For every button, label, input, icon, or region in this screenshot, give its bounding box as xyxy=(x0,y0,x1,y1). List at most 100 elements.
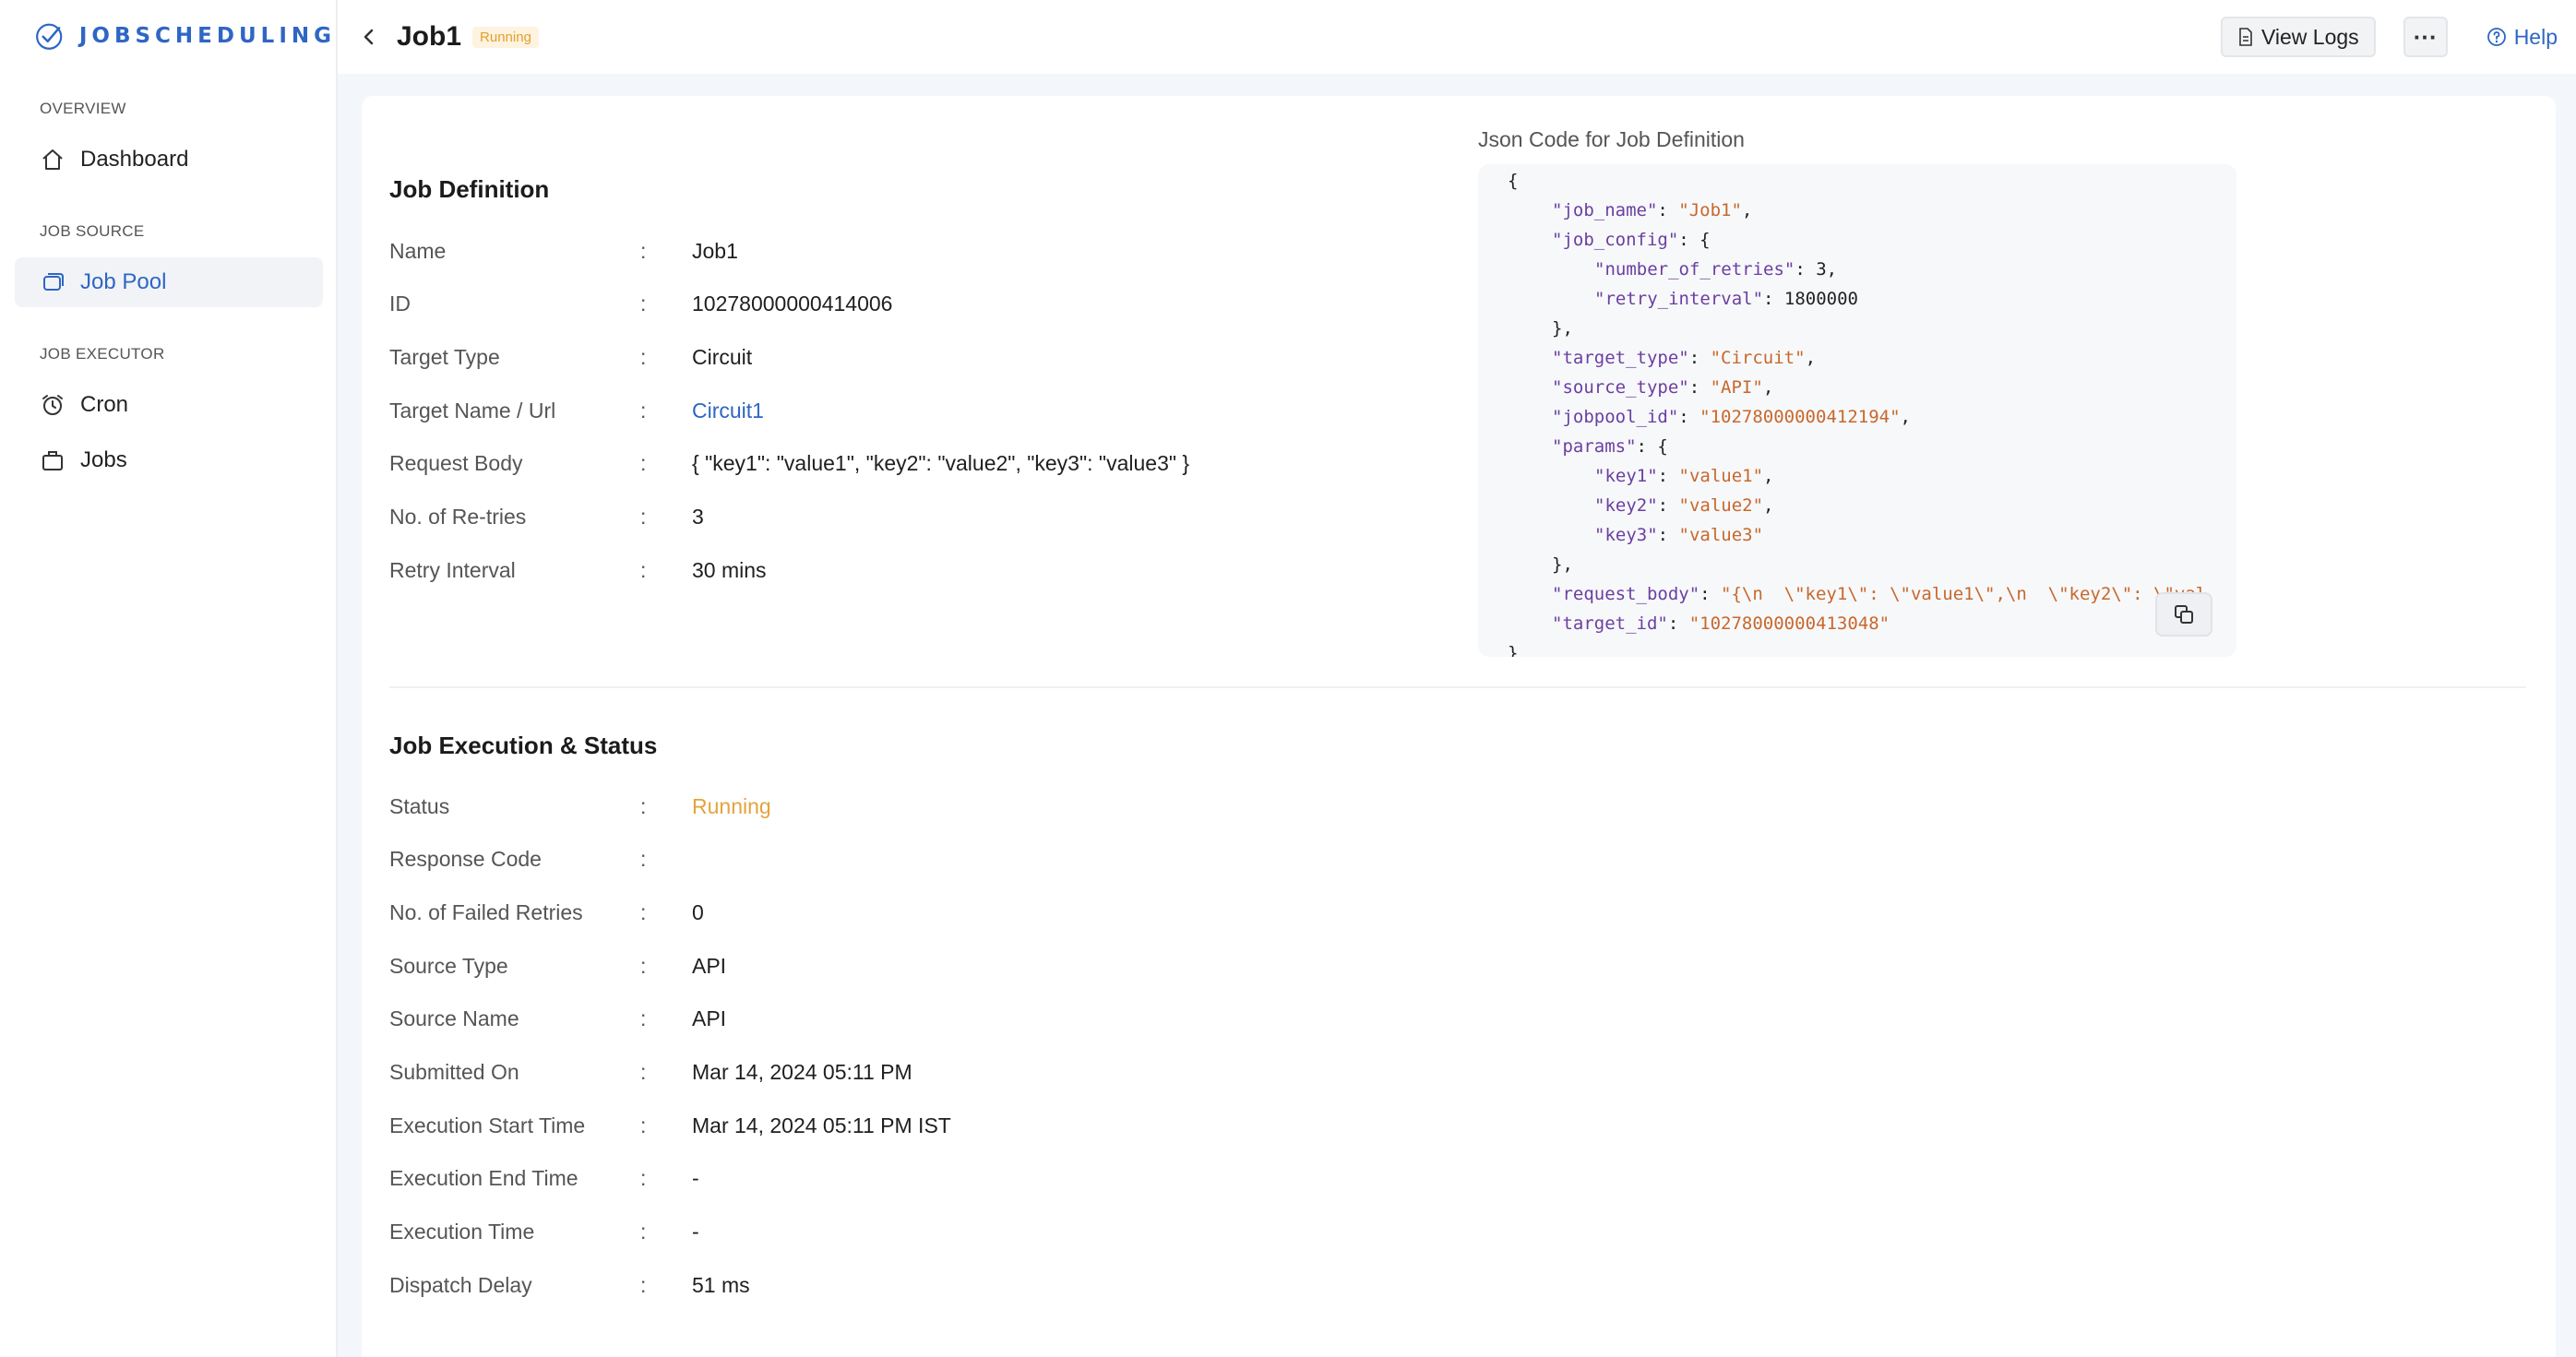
section-divider xyxy=(389,686,2526,688)
detail-row: Execution End Time: - xyxy=(389,1164,699,1194)
more-icon: ··· xyxy=(2413,22,2438,51)
json-punct: } xyxy=(1508,643,1519,657)
json-key: "target_type" xyxy=(1552,348,1689,368)
detail-label: Submitted On xyxy=(389,1060,519,1084)
json-value: "10278000000413048" xyxy=(1688,613,1890,634)
detail-row: No. of Failed Retries: 0 xyxy=(389,898,704,927)
detail-row: Target Type: Circuit xyxy=(389,342,752,372)
json-punct: : xyxy=(1699,584,1722,604)
json-punct: : xyxy=(1688,377,1711,398)
json-line: "source_type": "API", xyxy=(1552,373,1773,402)
page-title: Job1 xyxy=(397,21,462,52)
json-key: "key2" xyxy=(1594,495,1658,516)
detail-row: Response Code: xyxy=(389,845,692,875)
json-key: "job_name" xyxy=(1552,200,1658,220)
view-logs-button[interactable]: View Logs xyxy=(2220,17,2376,57)
json-value: "value3" xyxy=(1678,525,1764,545)
detail-row: Source Name: API xyxy=(389,1005,726,1034)
json-punct: : 3, xyxy=(1795,259,1838,280)
detail-value: { "key1": "value1", "key2": "value2", "k… xyxy=(692,451,1190,476)
detail-label: Source Type xyxy=(389,953,508,978)
job-definition-title: Job Definition xyxy=(389,175,550,203)
json-line: { xyxy=(1508,166,1518,196)
more-options-button[interactable]: ··· xyxy=(2403,17,2448,57)
detail-value: 51 ms xyxy=(692,1272,750,1297)
detail-separator: : xyxy=(640,847,647,872)
detail-value: Mar 14, 2024 05:11 PM IST xyxy=(692,1113,951,1137)
detail-row: ID: 10278000000414006 xyxy=(389,290,892,319)
detail-label: Source Name xyxy=(389,1006,519,1031)
help-link[interactable]: Help xyxy=(2487,25,2558,50)
json-line: "key3": "value3" xyxy=(1594,520,1763,550)
json-key: "number_of_retries" xyxy=(1594,259,1795,280)
json-punct: : xyxy=(1667,613,1689,634)
detail-value: 30 mins xyxy=(692,557,767,582)
section-label-job-executor: JOB EXECUTOR xyxy=(40,345,165,363)
json-punct: : xyxy=(1657,525,1679,545)
copy-button[interactable] xyxy=(2155,592,2212,637)
json-line: "params": { xyxy=(1552,432,1668,461)
sidebar-item-job-pool[interactable]: Job Pool xyxy=(15,257,323,307)
json-punct: : xyxy=(1657,200,1679,220)
detail-separator: : xyxy=(640,899,647,924)
help-icon xyxy=(2487,28,2506,46)
job-execution-title: Job Execution & Status xyxy=(389,732,658,759)
json-punct: : xyxy=(1657,495,1679,516)
sidebar-item-label: Dashboard xyxy=(80,147,189,172)
sidebar: JOBSCHEDULING OVERVIEW Dashboard JOB SOU… xyxy=(0,0,338,1357)
detail-label: Request Body xyxy=(389,451,523,476)
detail-label: No. of Failed Retries xyxy=(389,899,583,924)
detail-separator: : xyxy=(640,557,647,582)
detail-separator: : xyxy=(640,505,647,529)
detail-row: Execution Start Time: Mar 14, 2024 05:11 … xyxy=(389,1111,951,1140)
detail-separator: : xyxy=(640,1272,647,1297)
sidebar-item-label: Jobs xyxy=(80,447,127,472)
detail-value: Mar 14, 2024 05:11 PM xyxy=(692,1060,912,1084)
chevron-left-icon[interactable] xyxy=(356,24,382,50)
json-key: "params" xyxy=(1552,436,1637,457)
detail-value: Running xyxy=(692,793,771,818)
sidebar-item-jobs[interactable]: Jobs xyxy=(15,435,323,485)
sidebar-item-label: Cron xyxy=(80,392,129,417)
json-punct: , xyxy=(1763,495,1774,516)
detail-separator: : xyxy=(640,292,647,316)
detail-separator: : xyxy=(640,344,647,369)
detail-separator: : xyxy=(640,1006,647,1031)
header-actions: View Logs ··· Help xyxy=(2220,0,2558,74)
brand[interactable]: JOBSCHEDULING xyxy=(0,0,336,72)
detail-separator: : xyxy=(640,1060,647,1084)
detail-label: Dispatch Delay xyxy=(389,1272,532,1297)
detail-row: No. of Re-tries: 3 xyxy=(389,503,704,532)
logo-icon xyxy=(36,23,63,50)
detail-separator: : xyxy=(640,1220,647,1244)
detail-label: Name xyxy=(389,238,447,263)
json-line: } xyxy=(1508,638,1518,657)
detail-label: Target Name / Url xyxy=(389,398,556,423)
json-code-block[interactable]: {"job_name": "Job1", "job_config": {"numb… xyxy=(1478,164,2236,657)
json-punct: : { xyxy=(1678,230,1711,250)
detail-value: API xyxy=(692,953,727,978)
sidebar-item-dashboard[interactable]: Dashboard xyxy=(15,135,323,185)
detail-label: Execution End Time xyxy=(389,1166,578,1191)
detail-value: Circuit xyxy=(692,344,753,369)
detail-label: Execution Time xyxy=(389,1220,535,1244)
help-label: Help xyxy=(2513,24,2558,49)
detail-row: Target Name / Url: Circuit1 xyxy=(389,396,764,425)
target-link[interactable]: Circuit1 xyxy=(692,399,764,423)
json-key: "key1" xyxy=(1594,466,1658,486)
json-value: "Job1" xyxy=(1678,200,1742,220)
copy-icon xyxy=(2175,605,2193,624)
detail-row: Submitted On: Mar 14, 2024 05:11 PM xyxy=(389,1058,912,1088)
detail-label: Execution Start Time xyxy=(389,1113,586,1137)
detail-row: Source Type: API xyxy=(389,951,726,981)
detail-label: Retry Interval xyxy=(389,557,516,582)
json-line: "request_body": "{\n \"key1\": \"value1\… xyxy=(1552,579,2206,609)
json-line: "target_type": "Circuit", xyxy=(1552,343,1816,373)
json-punct: : { xyxy=(1636,436,1668,457)
detail-value: 10278000000414006 xyxy=(692,292,893,316)
json-line: "key2": "value2", xyxy=(1594,491,1774,520)
sidebar-item-cron[interactable]: Cron xyxy=(15,380,323,430)
detail-value: API xyxy=(692,1006,727,1031)
detail-row: Request Body: { "key1": "value1", "key2":… xyxy=(389,449,1189,479)
json-punct: : xyxy=(1688,348,1711,368)
